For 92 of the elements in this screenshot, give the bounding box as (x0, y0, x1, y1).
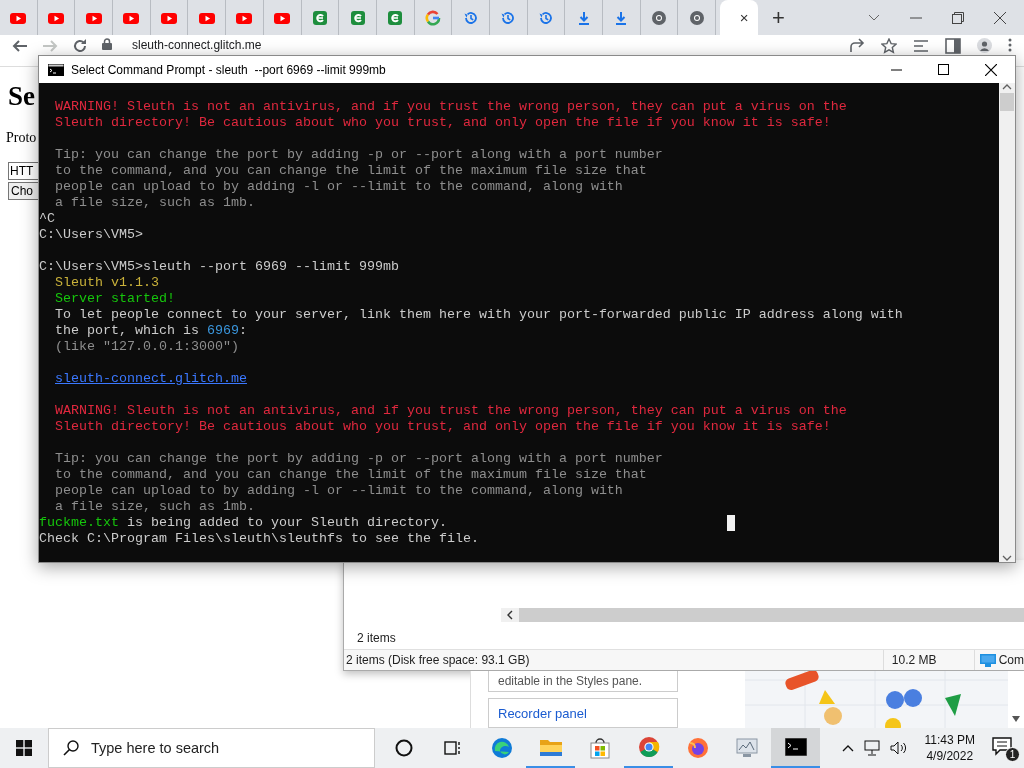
console-line: to the command, and you can change the limit of the maximum file size that (55, 163, 647, 179)
notification-icon[interactable] (992, 736, 1012, 756)
console-line: Sleuth directory! Be cautious about who you trust, and only open the file if you know it is safe! (55, 419, 831, 435)
close-icon[interactable] (985, 63, 997, 76)
console-line: fuckme.txt is being added to your Sleuth directory. (39, 515, 447, 531)
window-title: Select Command Prompt - sleuth --port 6969 --limit 999mb (71, 62, 386, 77)
status-text: 2 items (Disk free space: 93.1 GB) (346, 653, 530, 667)
close-tab-button[interactable]: × (736, 9, 753, 26)
computer-icon (979, 653, 996, 667)
console-line: (like "127.0.0.1:3000") (55, 339, 239, 355)
volume-icon[interactable] (889, 740, 908, 756)
notification-count: 1 (1005, 747, 1020, 762)
list-icon[interactable] (913, 38, 929, 54)
monitor-icon[interactable] (734, 737, 759, 759)
close-icon[interactable] (994, 11, 1006, 24)
tip-text: editable in the Styles pane. (498, 674, 643, 688)
chevron-down-icon[interactable] (868, 13, 880, 22)
search-icon (63, 740, 79, 756)
console-line: Sleuth directory! Be cautious about who you trust, and only open the file if you know it is safe! (55, 115, 831, 131)
history-icon (462, 9, 479, 26)
item-count: 2 items (357, 631, 396, 645)
terminal-icon (48, 63, 64, 76)
history-icon (500, 9, 517, 26)
scrollbar[interactable] (999, 83, 1015, 562)
reload-icon[interactable] (72, 38, 88, 54)
field-label: Proto (6, 130, 37, 146)
chevron-up-icon[interactable] (841, 744, 854, 752)
console-line: to the command, and you can change the limit of the maximum file size that (55, 467, 647, 483)
lock-icon (102, 38, 112, 50)
firefox-icon[interactable] (686, 737, 709, 759)
recorder-link[interactable]: Recorder panel (498, 705, 587, 721)
history-icon (537, 9, 554, 26)
share-icon[interactable] (849, 38, 865, 54)
console-line: people can upload to by adding -l or --limit to the command, along with (55, 483, 623, 499)
maximize-icon[interactable] (938, 64, 949, 75)
scroll-left-icon[interactable] (507, 610, 513, 620)
scroll-thumb[interactable] (1000, 93, 1014, 111)
console-line: Check C:\Program Files\sleuth\sleuthfs to see the file. (39, 531, 479, 547)
new-tab-button[interactable]: + (772, 6, 785, 29)
search-field[interactable]: Type here to search (48, 728, 375, 768)
console-line: Server started! (55, 291, 175, 307)
profile-icon[interactable] (977, 38, 992, 53)
location-text: Com (998, 653, 1024, 667)
console-line: C:\Users\VM5> (39, 227, 143, 243)
console-line: ^C (39, 211, 55, 227)
browser-icon (651, 9, 668, 26)
console-line: the port, which is 6969: (55, 323, 247, 339)
console-line: Tip: you can change the port by adding -p or --port along with a port number (55, 451, 663, 467)
circle-icon[interactable] (394, 739, 413, 757)
clock-date[interactable]: 4/9/2022 (926, 748, 974, 764)
size-text: 10.2 MB (891, 653, 937, 667)
console-line: people can upload to by adding -l or --limit to the command, along with (55, 179, 623, 195)
edge-icon[interactable] (490, 737, 513, 759)
clock-time[interactable]: 11:43 PM (924, 732, 975, 748)
store-icon[interactable] (588, 737, 611, 759)
console-line: a file size, such as 1mb. (55, 195, 255, 211)
choose-file-button[interactable]: Cho (8, 182, 38, 200)
console-line: Sleuth v1.1.3 (55, 275, 159, 291)
console-line: C:\Users\VM5>sleuth --port 6969 --limit 999mb (39, 259, 399, 275)
console-line: Tip: you can change the port by adding -p or --port along with a port number (55, 147, 663, 163)
console-line: a file size, such as 1mb. (55, 499, 255, 515)
taskbar-app[interactable] (771, 728, 820, 768)
address-bar-text[interactable]: sleuth-connect.glitch.me (132, 38, 262, 52)
windows-start-icon[interactable] (16, 740, 32, 756)
folder-icon[interactable] (538, 737, 563, 757)
app-logo-icon (349, 9, 366, 26)
console-line: To let people connect to your server, link them here with your port-forwarded public IP address along with (55, 307, 903, 323)
minimize-icon[interactable] (891, 68, 902, 71)
minimize-icon[interactable] (910, 16, 922, 19)
g-logo-icon (424, 9, 441, 26)
back-arrow-icon[interactable] (12, 38, 28, 54)
app-logo-icon (387, 9, 404, 26)
chrome-icon[interactable] (637, 736, 660, 758)
console-link[interactable]: sleuth-connect.glitch.me (55, 371, 247, 387)
scroll-down-icon[interactable] (1012, 716, 1020, 722)
console-line: WARNING! Sleuth is not an antivirus, and if you trust the wrong person, they can put a virus on the (55, 99, 847, 115)
task-view-icon[interactable] (443, 739, 462, 757)
browser-icon (688, 9, 705, 26)
page-heading: Se (8, 81, 35, 112)
menu-dots-icon[interactable] (1008, 38, 1012, 52)
text-cursor (727, 515, 735, 531)
scroll-up-icon[interactable] (1002, 83, 1012, 91)
restore-icon[interactable] (952, 11, 964, 24)
app-logo-icon (311, 9, 328, 26)
horizontal-scrollbar[interactable] (501, 608, 1024, 622)
network-icon[interactable] (862, 740, 881, 756)
scroll-down-icon[interactable] (1002, 554, 1012, 562)
tab[interactable]: × (720, 0, 759, 35)
terminal-icon[interactable] (784, 738, 807, 756)
console-line: WARNING! Sleuth is not an antivirus, and if you trust the wrong person, they can put a virus on the (55, 403, 847, 419)
sidebar-icon[interactable] (945, 38, 961, 54)
star-icon[interactable] (881, 38, 897, 54)
